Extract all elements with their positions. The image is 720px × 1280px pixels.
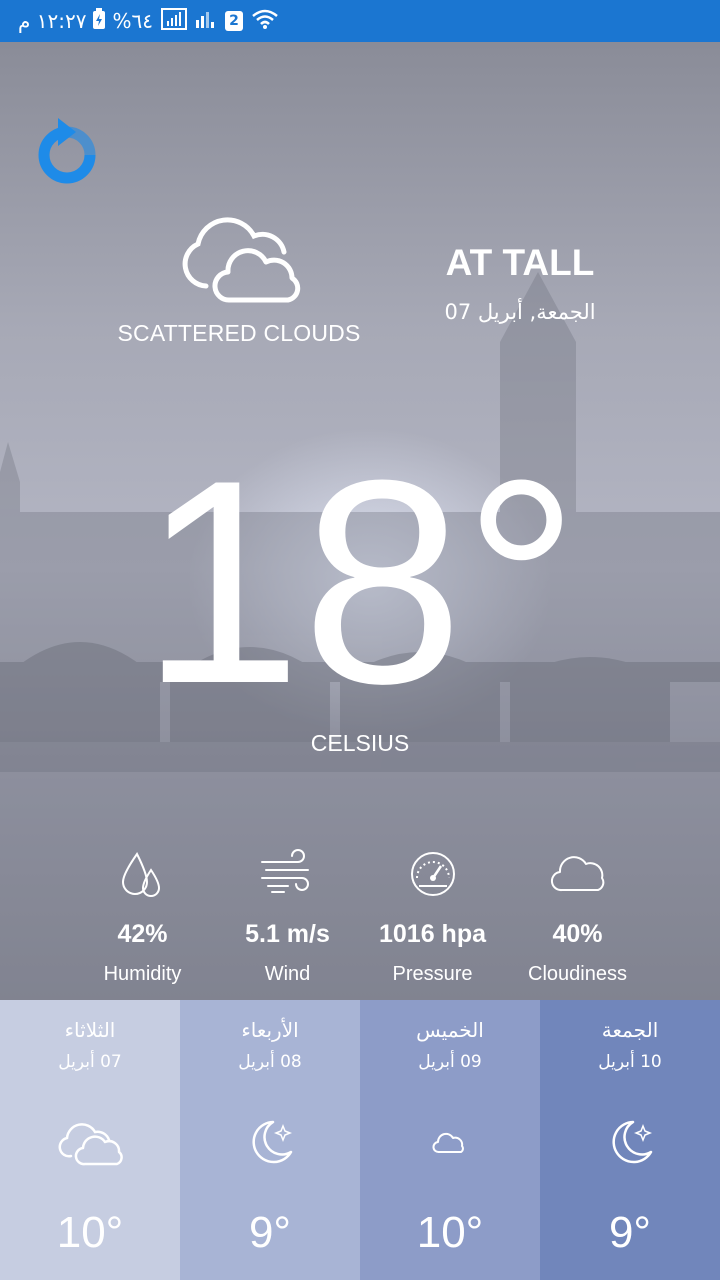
pressure-value: 1016 hpa <box>378 920 486 948</box>
small-cloud-icon <box>432 1132 464 1153</box>
forecast-day-name: الثلاثاء <box>64 1018 116 1042</box>
wind-value: 5.1 m/s <box>245 920 330 948</box>
refresh-icon <box>38 118 96 184</box>
battery-percent: %٦٤ <box>112 9 153 33</box>
pressure-label: Pressure <box>392 963 473 985</box>
status-icons: 2 <box>160 7 279 35</box>
forecast-day-friday[interactable]: الجمعة 10 أبريل 9° <box>540 1000 720 1280</box>
forecast-day-temp: 10° <box>416 1208 484 1257</box>
forecast-day-date: 08 أبريل <box>238 1052 302 1072</box>
forecast-day-tuesday[interactable]: الثلاثاء 07 أبريل 10° <box>0 1000 180 1280</box>
status-left: ١٢:٢٧ م %٦٤ <box>18 7 153 35</box>
temperature-unit: CELSIUS <box>310 730 410 756</box>
current-weather-panel: SCATTERED CLOUDS AT TALL الجمعة, أبريل 0… <box>0 42 720 1000</box>
forecast-day-temp: 9° <box>248 1208 292 1257</box>
forecast-day-temp: 9° <box>608 1208 652 1257</box>
forecast-day-name: الخميس <box>416 1018 484 1042</box>
forecast-day-wednesday[interactable]: الأربعاء 08 أبريل 9° <box>180 1000 360 1280</box>
forecast-day-date: 09 أبريل <box>418 1052 482 1072</box>
forecast-day-name: الجمعة <box>601 1018 659 1042</box>
status-bar: ١٢:٢٧ م %٦٤ 2 <box>0 0 720 42</box>
battery-icon <box>92 7 106 35</box>
clouds-icon <box>58 1123 123 1166</box>
forecast-day-thursday[interactable]: الخميس 09 أبريل 10° <box>360 1000 540 1280</box>
humidity-drop-icon <box>121 852 160 897</box>
cloud-icon <box>550 856 604 892</box>
forecast-day-temp: 10° <box>56 1208 124 1257</box>
wind-label: Wind <box>264 963 311 985</box>
signal-icon <box>160 7 187 35</box>
forecast-strip: الثلاثاء 07 أبريل 10° الأربعاء 08 أبريل … <box>0 1000 720 1280</box>
signal-bars-icon <box>195 8 217 35</box>
moon-icon <box>612 1120 653 1164</box>
humidity-value: 42% <box>117 920 168 948</box>
current-date: الجمعة, أبريل 07 <box>444 300 596 324</box>
forecast-day-name: الأربعاء <box>241 1018 299 1042</box>
weather-stats: 42% Humidity 5.1 m/s Wind 1016 hpa Press… <box>70 848 650 988</box>
stat-cloudiness: 40% Cloudiness <box>505 848 650 988</box>
stat-pressure: 1016 hpa Pressure <box>360 848 505 988</box>
current-temperature: 18° <box>140 420 580 744</box>
forecast-day-date: 10 أبريل <box>598 1052 662 1072</box>
pressure-gauge-icon <box>410 852 455 896</box>
cloudiness-label: Cloudiness <box>528 963 627 985</box>
wifi-icon <box>251 8 279 35</box>
stat-humidity: 42% Humidity <box>70 848 215 988</box>
humidity-label: Humidity <box>103 963 182 985</box>
forecast-day-date: 07 أبريل <box>58 1052 122 1072</box>
city-name: AT TALL <box>445 242 595 283</box>
wind-icon <box>260 849 309 893</box>
stat-wind: 5.1 m/s Wind <box>215 848 360 988</box>
status-time: ١٢:٢٧ م <box>18 9 87 33</box>
sim-badge: 2 <box>224 11 243 31</box>
moon-icon <box>252 1120 293 1164</box>
refresh-button[interactable] <box>36 118 98 184</box>
scattered-clouds-icon <box>182 217 301 303</box>
condition-text: SCATTERED CLOUDS <box>117 320 361 346</box>
cloudiness-value: 40% <box>552 920 603 948</box>
